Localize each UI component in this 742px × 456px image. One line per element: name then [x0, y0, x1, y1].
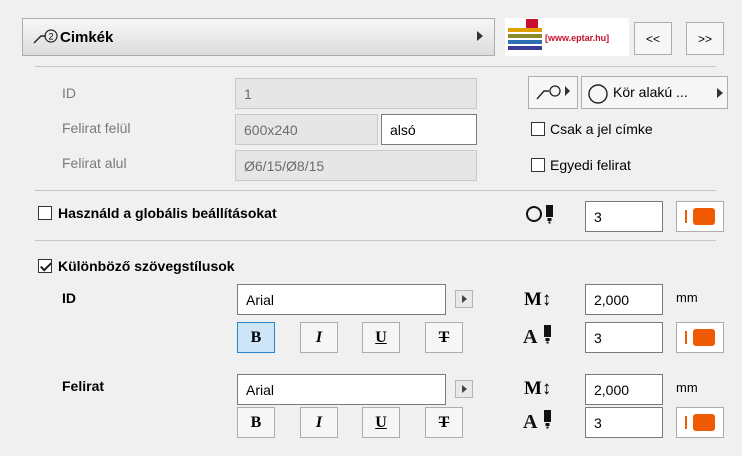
logo-text: [www.eptar.hu]	[545, 33, 610, 43]
global-settings-checkbox[interactable]	[38, 206, 52, 220]
expand-arrow-icon[interactable]	[477, 31, 483, 41]
divider	[35, 190, 716, 191]
dropdown-arrow-icon	[717, 88, 723, 98]
marker-shape-button[interactable]: Kör alakú ...	[581, 76, 728, 109]
marker-pen-color-button[interactable]	[676, 201, 724, 232]
panel-title: Cimkék	[60, 29, 114, 46]
id-label: ID	[62, 85, 76, 101]
top-position-field[interactable]: alsó	[381, 114, 477, 145]
top-text-label: Felirat felül	[62, 120, 131, 136]
logo-bar-olive	[508, 34, 542, 38]
text-size-unit: mm	[676, 380, 698, 395]
different-styles-checkbox[interactable]	[38, 259, 52, 273]
text-font-field[interactable]: Arial	[237, 374, 446, 405]
id-pen-color-button[interactable]	[676, 322, 724, 353]
text-font-dropdown-button[interactable]	[455, 380, 473, 398]
text-size-field[interactable]: 2,000	[585, 374, 663, 405]
custom-text-checkbox[interactable]	[531, 158, 545, 172]
text-pen-field[interactable]: 3	[585, 407, 663, 438]
text-size-icon: M↕	[524, 289, 552, 310]
svg-text:2: 2	[49, 32, 54, 42]
next-button[interactable]: >>	[686, 22, 724, 55]
marker-shape-label: Kör alakú ...	[613, 84, 688, 100]
circle-icon	[588, 84, 608, 104]
text-pen-icon: A	[523, 410, 551, 433]
only-marker-checkbox[interactable]	[531, 122, 545, 136]
custom-text-label: Egyedi felirat	[550, 157, 631, 173]
id-size-unit: mm	[676, 290, 698, 305]
svg-text:A: A	[523, 326, 538, 348]
different-styles-label: Különböző szövegstílusok	[58, 258, 235, 274]
bottom-text-field: Ø6/15/Ø8/15	[235, 150, 477, 181]
id-pen-field[interactable]: 3	[585, 322, 663, 353]
marker-pen-field[interactable]: 3	[585, 201, 663, 232]
label-marker-icon: 2	[33, 29, 58, 44]
text-size-icon: M↕	[524, 378, 552, 399]
bottom-text-label: Felirat alul	[62, 155, 127, 171]
text-pen-color-button[interactable]	[676, 407, 724, 438]
logo-bar-orange	[508, 28, 542, 32]
text-pen-icon: A	[523, 325, 551, 348]
id-italic-button[interactable]: I	[300, 322, 338, 353]
id-size-field[interactable]: 2,000	[585, 284, 663, 315]
marker-type-button[interactable]	[528, 76, 578, 109]
logo-bar-navy	[508, 46, 542, 50]
id-font-dropdown-button[interactable]	[455, 290, 473, 308]
label-pointer-icon	[536, 85, 570, 100]
text-strikethrough-button[interactable]: T	[425, 407, 463, 438]
text-underline-button[interactable]: U	[362, 407, 400, 438]
svg-text:A: A	[523, 411, 538, 433]
id-style-label: ID	[62, 290, 76, 306]
global-settings-label: Használd a globális beállításokat	[58, 205, 277, 221]
text-style-label: Felirat	[62, 378, 105, 394]
id-underline-button[interactable]: U	[362, 322, 400, 353]
top-text-field: 600x240	[235, 114, 378, 145]
text-italic-button[interactable]: I	[300, 407, 338, 438]
divider	[35, 66, 716, 67]
only-marker-label: Csak a jel címke	[550, 121, 653, 137]
id-font-field[interactable]: Arial	[237, 284, 446, 315]
prev-button[interactable]: <<	[634, 22, 672, 55]
logo-bar-red	[526, 19, 538, 28]
marker-pen-icon	[526, 205, 553, 224]
id-field: 1	[235, 78, 477, 109]
id-bold-button[interactable]: B	[237, 322, 275, 353]
divider	[35, 240, 716, 241]
logo-bar-blue	[508, 40, 542, 44]
text-bold-button[interactable]: B	[237, 407, 275, 438]
id-strikethrough-button[interactable]: T	[425, 322, 463, 353]
